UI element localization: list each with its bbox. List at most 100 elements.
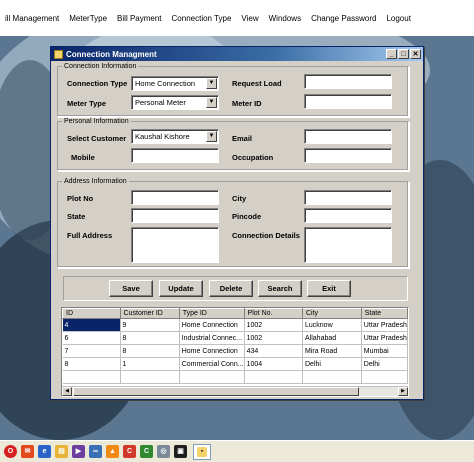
table-row[interactable]: 7 8 Home Connection 434 Mira Road Mumbai: [62, 344, 408, 358]
table-cell[interactable]: 1002: [244, 318, 304, 332]
connection-type-select[interactable]: Home Connection ▼: [131, 76, 219, 91]
table-cell[interactable]: Delhi: [361, 357, 408, 371]
table-cell[interactable]: 8: [62, 357, 121, 371]
link-icon[interactable]: ∞: [89, 445, 102, 458]
connection-info-legend: Connection Information: [64, 63, 137, 70]
table-cell[interactable]: Home Connection: [179, 344, 245, 358]
vlc-icon[interactable]: ▲: [106, 445, 119, 458]
minimize-button[interactable]: _: [386, 49, 397, 59]
window-titlebar[interactable]: Connection Managment _ □ ✕: [51, 47, 423, 61]
column-header-plot-no[interactable]: Plot No.: [243, 308, 304, 319]
menu-windows[interactable]: Windows: [264, 14, 306, 23]
personal-info-group: Personal Information: [57, 118, 409, 171]
connections-data-grid[interactable]: ID Customer ID Type ID Plot No. City Sta…: [61, 307, 409, 397]
menu-meter-type[interactable]: MeterType: [64, 14, 112, 23]
email-input[interactable]: [304, 129, 392, 144]
pincode-label: Pincode: [232, 212, 262, 221]
table-cell[interactable]: Mumbai: [361, 344, 408, 358]
request-load-input[interactable]: [304, 74, 392, 89]
update-button[interactable]: Update: [159, 280, 203, 297]
disk-icon[interactable]: ◎: [157, 445, 170, 458]
table-row[interactable]: 8 1 Commercial Conn... 1004 Delhi Delhi: [62, 357, 408, 371]
chevron-down-icon[interactable]: ▼: [206, 131, 217, 142]
cmd-icon[interactable]: ▣: [174, 445, 187, 458]
table-cell[interactable]: Allahabad: [302, 331, 362, 345]
table-cell[interactable]: 1004: [244, 357, 304, 371]
camtasia-icon[interactable]: C: [140, 445, 153, 458]
menu-view[interactable]: View: [236, 14, 263, 23]
table-cell[interactable]: 7: [62, 344, 121, 358]
outlook-icon[interactable]: ✉: [21, 445, 34, 458]
pincode-input[interactable]: [304, 208, 392, 223]
menu-connection-type[interactable]: Connection Type: [167, 14, 237, 23]
occupation-input[interactable]: [304, 148, 392, 163]
table-cell[interactable]: Mira Road: [302, 344, 362, 358]
menu-logout[interactable]: Logout: [381, 14, 415, 23]
menu-bar: ill Management MeterType Bill Payment Co…: [0, 0, 474, 36]
table-cell[interactable]: 4: [62, 318, 121, 332]
active-window-icon[interactable]: ▪: [193, 443, 211, 460]
table-cell[interactable]: Home Connection: [179, 318, 245, 332]
folder-icon[interactable]: ▤: [55, 445, 68, 458]
table-cell[interactable]: 9: [120, 318, 180, 332]
plot-no-input[interactable]: [131, 190, 219, 205]
occupation-label: Occupation: [232, 153, 274, 162]
visual-studio-icon[interactable]: ▶: [72, 445, 85, 458]
table-cell[interactable]: 434: [244, 344, 304, 358]
ccleaner-icon[interactable]: C: [123, 445, 136, 458]
personal-info-legend: Personal Information: [64, 118, 129, 125]
explorer-icon[interactable]: e: [38, 445, 51, 458]
table-row[interactable]: 4 9 Home Connection 1002 Lucknow Uttar P…: [62, 318, 408, 332]
table-cell[interactable]: Delhi: [302, 357, 362, 371]
chevron-down-icon[interactable]: ▼: [206, 97, 217, 108]
scrollbar-thumb[interactable]: [73, 387, 359, 396]
table-row[interactable]: 6 8 Industrial Connec... 1002 Allahabad …: [62, 331, 408, 345]
table-cell[interactable]: Uttar Pradesh: [361, 318, 408, 332]
address-info-legend: Address Information: [64, 178, 127, 185]
select-customer-select[interactable]: Kaushal Kishore ▼: [131, 129, 219, 144]
close-button[interactable]: ✕: [410, 49, 421, 59]
request-load-label: Request Load: [232, 79, 282, 88]
horizontal-scrollbar[interactable]: ◀ ▶: [62, 386, 408, 396]
search-button[interactable]: Search: [258, 280, 302, 297]
table-cell[interactable]: 6: [62, 331, 121, 345]
menu-bill-payment[interactable]: Bill Payment: [112, 14, 166, 23]
scroll-left-icon[interactable]: ◀: [62, 387, 72, 396]
grid-header-row: ID Customer ID Type ID Plot No. City Sta…: [62, 308, 408, 319]
city-input[interactable]: [304, 190, 392, 205]
menu-bill-management[interactable]: ill Management: [0, 14, 64, 23]
save-button[interactable]: Save: [109, 280, 153, 297]
app-window-icon: ▪: [197, 446, 207, 457]
table-cell[interactable]: 1002: [244, 331, 304, 345]
column-header-customer-id[interactable]: Customer ID: [119, 308, 180, 319]
connection-details-textarea[interactable]: [304, 227, 392, 263]
table-cell[interactable]: 1: [120, 357, 180, 371]
table-cell[interactable]: 8: [120, 331, 180, 345]
table-cell[interactable]: 8: [120, 344, 180, 358]
table-cell[interactable]: Uttar Pradesh: [361, 331, 408, 345]
scroll-right-icon[interactable]: ▶: [398, 387, 408, 396]
select-customer-value: Kaushal Kishore: [135, 132, 190, 141]
maximize-button[interactable]: □: [398, 49, 409, 59]
full-address-label: Full Address: [67, 231, 113, 240]
column-header-state[interactable]: State: [360, 308, 408, 319]
meter-id-input[interactable]: [304, 94, 392, 109]
table-cell[interactable]: Commercial Conn...: [179, 357, 245, 371]
plot-no-label: Plot No: [67, 194, 94, 203]
table-cell[interactable]: Industrial Connec...: [179, 331, 245, 345]
column-header-city[interactable]: City: [302, 308, 362, 319]
mobile-input[interactable]: [131, 148, 219, 163]
meter-type-value: Personal Meter: [135, 98, 186, 107]
table-cell[interactable]: Lucknow: [302, 318, 362, 332]
opera-icon[interactable]: O: [4, 445, 17, 458]
menu-change-password[interactable]: Change Password: [306, 14, 381, 23]
delete-button[interactable]: Delete: [209, 280, 253, 297]
column-header-id[interactable]: ID: [62, 308, 121, 319]
chevron-down-icon[interactable]: ▼: [206, 78, 217, 89]
full-address-textarea[interactable]: [131, 227, 219, 263]
meter-type-select[interactable]: Personal Meter ▼: [131, 95, 219, 110]
state-input[interactable]: [131, 208, 219, 223]
table-row-new[interactable]: [62, 370, 408, 384]
exit-button[interactable]: Exit: [307, 280, 351, 297]
column-header-type-id[interactable]: Type ID: [178, 308, 245, 319]
